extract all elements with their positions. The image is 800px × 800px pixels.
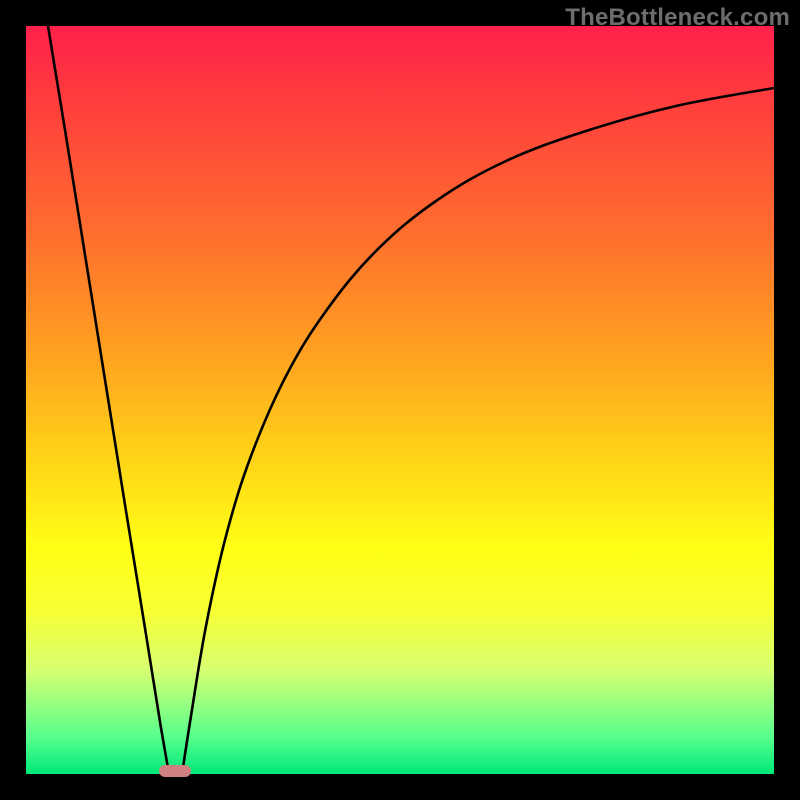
curve-left-branch — [48, 26, 169, 774]
curve-right-branch — [182, 88, 774, 774]
watermark-text: TheBottleneck.com — [565, 4, 790, 32]
chart-frame: TheBottleneck.com — [0, 0, 800, 800]
trough-marker — [159, 765, 191, 777]
curve-layer — [26, 26, 774, 774]
plot-area — [26, 26, 774, 774]
